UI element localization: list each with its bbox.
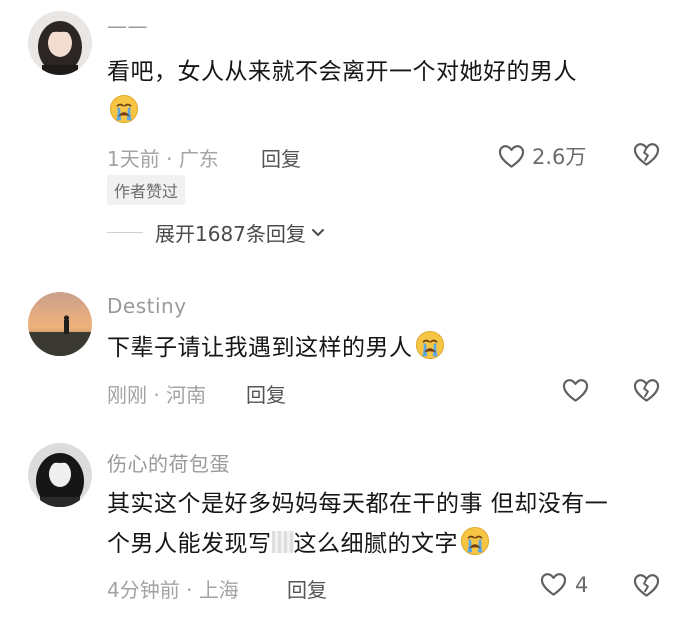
avatar[interactable]: [28, 443, 92, 507]
expand-replies-label: 展开1687条回复: [155, 222, 306, 246]
like-button[interactable]: 2.6万: [498, 141, 586, 171]
avatar[interactable]: [28, 11, 92, 75]
blurred-character: [271, 531, 294, 553]
meta-separator: ·: [179, 578, 199, 602]
comment-text: 下辈子请让我遇到这样的男人: [107, 328, 667, 368]
username[interactable]: 伤心的荷包蛋: [107, 448, 230, 477]
comment-text-content: 下辈子请让我遇到这样的男人: [107, 335, 413, 361]
dislike-button[interactable]: [633, 573, 660, 598]
reply-button[interactable]: 回复: [246, 379, 286, 408]
comment-location: 上海: [198, 578, 239, 602]
like-count: 4: [575, 572, 589, 597]
comment-text-line: 个男人能发现写: [107, 531, 272, 557]
comment-text: 看吧，女人从来就不会离开一个对她好的男人: [107, 52, 667, 132]
meta-separator: ·: [159, 147, 179, 171]
username[interactable]: ——: [107, 14, 148, 38]
comment-time: 4分钟前: [107, 578, 180, 602]
comment-meta: 1天前 · 广东: [107, 143, 219, 172]
broken-heart-icon: [633, 378, 660, 403]
comment-time: 1天前: [107, 147, 160, 171]
dislike-button[interactable]: [633, 378, 660, 403]
author-liked-badge: 作者赞过: [107, 175, 186, 205]
like-count: 2.6万: [532, 145, 587, 169]
expand-replies-button[interactable]: 展开1687条回复: [107, 218, 325, 247]
heart-icon: [562, 378, 589, 403]
avatar[interactable]: [28, 292, 92, 356]
comment-meta: 刚刚 · 河南: [107, 379, 206, 408]
loudly-crying-face-emoji: [109, 94, 139, 124]
loudly-crying-face-emoji: [415, 330, 445, 360]
comment-text-line: 其实这个是好多妈妈每天都在干的事 但却没有一: [107, 491, 609, 517]
chevron-down-icon: [311, 228, 324, 236]
comment-time: 刚刚: [107, 383, 147, 407]
comment-text-line: 这么细腻的文字: [293, 531, 458, 557]
heart-icon: [498, 144, 525, 169]
dislike-button[interactable]: [633, 142, 660, 167]
comment-location: 广东: [178, 147, 219, 171]
comment-meta: 4分钟前 · 上海: [107, 574, 239, 603]
reply-button[interactable]: 回复: [287, 574, 327, 603]
reply-button[interactable]: 回复: [261, 143, 301, 172]
meta-separator: ·: [147, 383, 167, 407]
comment-text: 其实这个是好多妈妈每天都在干的事 但却没有一 个男人能发现写 这么细腻的文字: [107, 484, 682, 564]
comment-location: 河南: [166, 383, 207, 407]
loudly-crying-face-emoji: [460, 526, 490, 556]
like-button[interactable]: 4: [540, 572, 588, 597]
comment-text-content: 看吧，女人从来就不会离开一个对她好的男人: [107, 59, 577, 85]
like-button[interactable]: [562, 378, 589, 403]
broken-heart-icon: [633, 142, 660, 167]
heart-icon: [540, 572, 567, 597]
expand-divider: [107, 232, 143, 233]
username[interactable]: Destiny: [107, 294, 187, 318]
broken-heart-icon: [633, 573, 660, 598]
